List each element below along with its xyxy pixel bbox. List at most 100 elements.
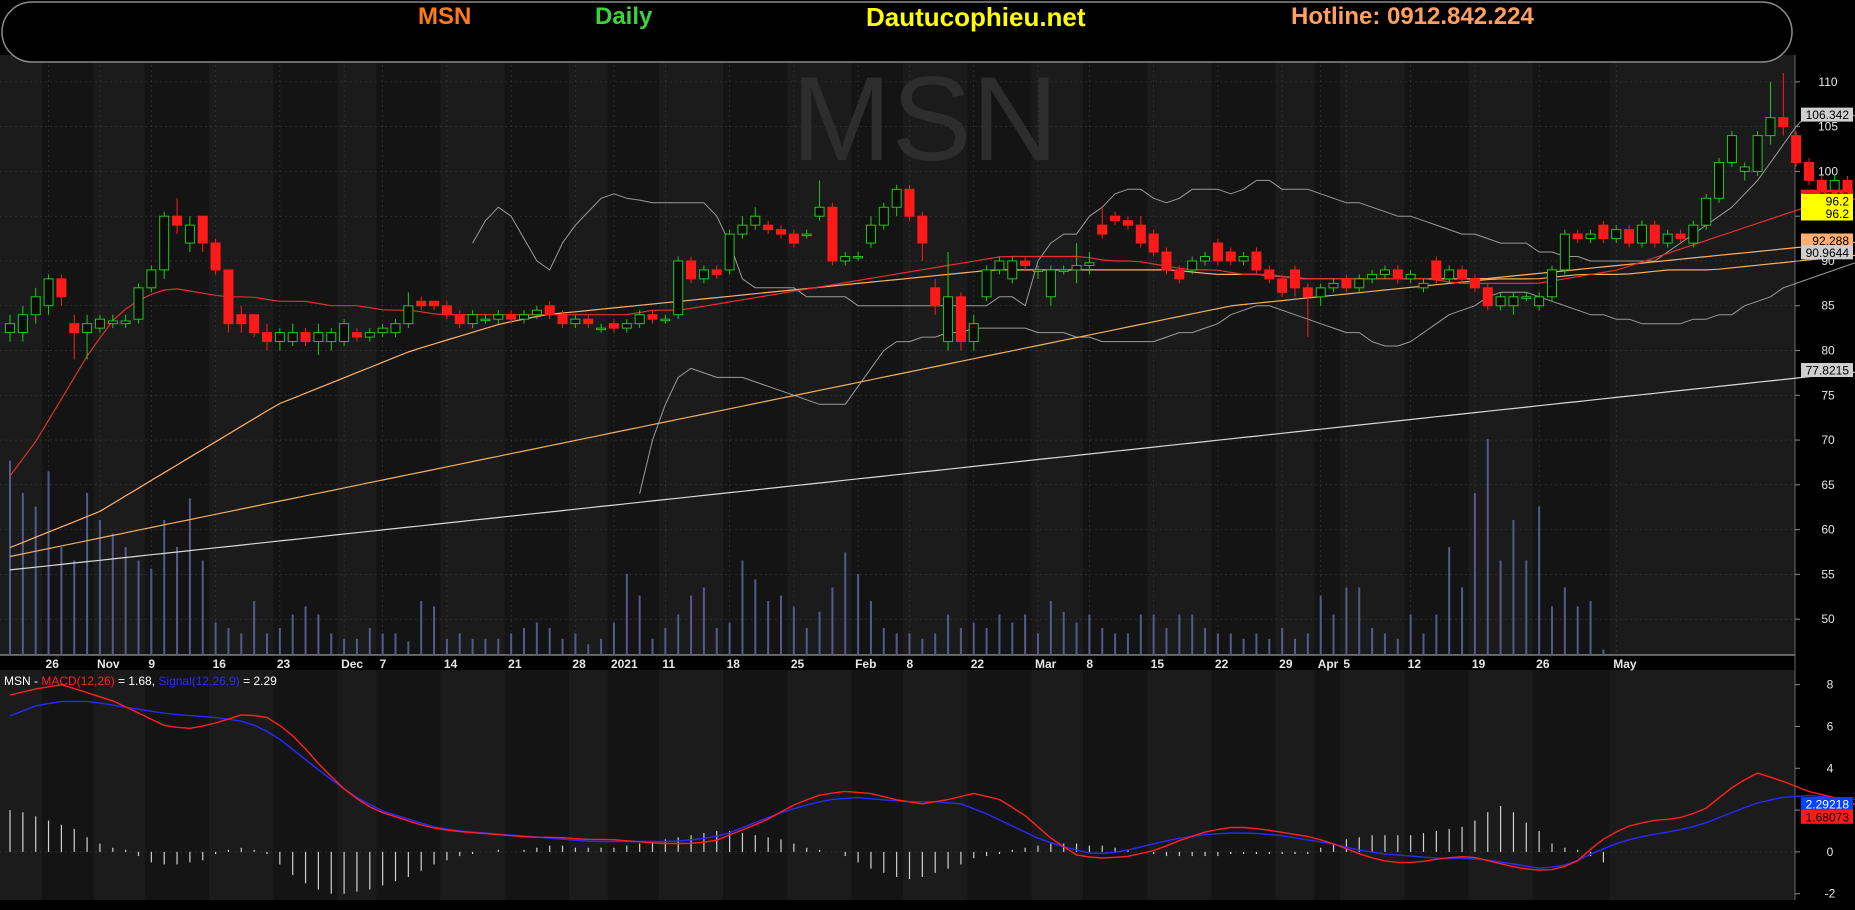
candle-body [698, 269, 709, 280]
candle-body [43, 278, 54, 307]
week-band [967, 670, 1032, 900]
candle-body [300, 332, 311, 343]
candle-body [904, 188, 915, 217]
date-label: 21 [508, 657, 522, 671]
candle-body [776, 229, 786, 235]
candle-body [351, 332, 362, 338]
macd-axis-label: 4 [1827, 761, 1834, 775]
week-band [723, 55, 788, 655]
price-tag-label: 90.9644 [1806, 246, 1850, 260]
candle-body [1379, 269, 1390, 275]
candle-body [1071, 264, 1082, 271]
candle-body [1598, 224, 1609, 240]
week-band [1532, 55, 1610, 655]
candle-body [1264, 269, 1275, 280]
price-axis-label: 85 [1821, 299, 1835, 313]
candle-body [1251, 251, 1262, 271]
macd-legend: MSN - MACD(12,26) = 1.68, Signal(12,26,9… [4, 674, 277, 688]
candle-body [865, 224, 876, 244]
candle-body [1752, 135, 1763, 172]
candle-body [236, 314, 247, 325]
date-label: 26 [46, 657, 60, 671]
stock-chart: MSN 26 Nov 9 16 23 Dec 7 14 21 28 2021 11 18 25 Feb 8 22… [0, 0, 1855, 910]
candle-body [711, 269, 722, 275]
price-axis-label: 55 [1821, 567, 1835, 581]
candle-body [750, 215, 761, 226]
date-label: 22 [971, 657, 985, 671]
candle-body [1611, 229, 1622, 240]
date-label: Nov [97, 657, 120, 671]
candle-body [1174, 269, 1185, 280]
candle-body [1534, 296, 1545, 307]
candle-body [788, 233, 799, 244]
candle-body [262, 332, 272, 343]
date-label: 14 [444, 657, 458, 671]
week-band [42, 670, 94, 900]
candle-body [467, 314, 478, 325]
candle-body [686, 260, 697, 280]
candle-body [159, 215, 170, 271]
week-band [1314, 55, 1340, 655]
candle-body [1302, 287, 1313, 298]
candle-body [493, 314, 504, 320]
candle-body [416, 300, 427, 307]
candle-body [981, 269, 992, 298]
week-band [723, 670, 788, 900]
date-label: Mar [1035, 657, 1057, 671]
date-label: 5 [1343, 657, 1350, 671]
candle-body [1572, 233, 1583, 240]
week-band [144, 670, 210, 900]
week-band [607, 670, 659, 900]
candle-body [1007, 260, 1018, 280]
week-band [1404, 55, 1469, 655]
candle-body [403, 305, 414, 325]
candle-body [1508, 296, 1519, 307]
price-axis-label: 80 [1821, 344, 1835, 358]
date-label: Apr [1318, 657, 1339, 671]
candle-body [1431, 260, 1442, 280]
date-label: 8 [1086, 657, 1093, 671]
candle-body [506, 314, 517, 320]
candle-body [441, 305, 452, 316]
date-label: 23 [277, 657, 291, 671]
date-label: 19 [1472, 657, 1486, 671]
week-band [1211, 670, 1276, 900]
date-label: 22 [1215, 657, 1229, 671]
candle-body [1624, 229, 1635, 244]
header-symbol: MSN [418, 3, 471, 30]
candle-body [1457, 269, 1468, 280]
candle-body [287, 332, 298, 343]
candle-body [454, 314, 465, 325]
macd-legend-macd: MACD(12,26) [41, 674, 114, 688]
candle-body [1020, 260, 1031, 266]
candle-body [724, 233, 735, 271]
macd-axis-label: 8 [1827, 678, 1834, 692]
candle-body [1045, 269, 1056, 298]
candle-body [1559, 233, 1570, 271]
candle-body [1392, 269, 1403, 280]
candle-body [1315, 287, 1326, 298]
watermark-symbol: MSN [792, 52, 1059, 186]
candle-body [120, 320, 131, 325]
week-band [504, 670, 569, 900]
price-axis-label: 70 [1821, 433, 1835, 447]
candle-body [1636, 224, 1647, 244]
candle-body [557, 314, 568, 325]
candle-body [647, 314, 658, 320]
candle-body [1726, 135, 1737, 163]
candle-body [1675, 233, 1686, 240]
candle-body [955, 296, 966, 343]
price-axis-label: 65 [1821, 478, 1835, 492]
candle-body [1521, 296, 1532, 299]
candle-body [943, 296, 954, 343]
date-label: 18 [727, 657, 741, 671]
candle-body [1122, 220, 1133, 226]
candle-body [891, 188, 902, 208]
macd-legend-prefix: MSN - [4, 674, 41, 688]
date-label: Dec [341, 657, 363, 671]
candle-body [223, 269, 234, 325]
macd-axis-label: -2 [1825, 887, 1836, 901]
date-label: 7 [380, 657, 387, 671]
candle-body [1277, 278, 1288, 293]
week-band [1314, 670, 1340, 900]
